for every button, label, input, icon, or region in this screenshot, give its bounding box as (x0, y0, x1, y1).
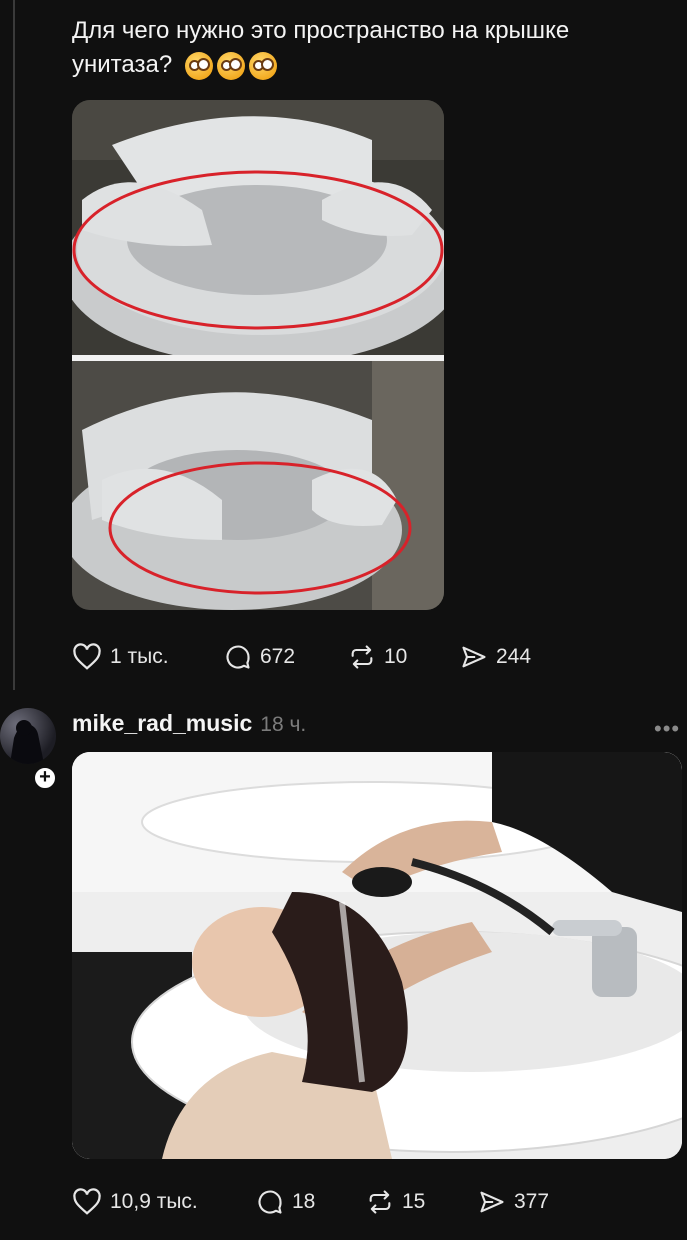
heart-icon (73, 643, 101, 670)
like-count: 10,9 тыс. (110, 1190, 198, 1213)
reply-button[interactable]: 672 (224, 643, 348, 671)
post-text-content: Для чего нужно это пространство на крышк… (72, 17, 570, 78)
like-count: 1 тыс. (110, 645, 169, 668)
repost-count: 10 (384, 645, 408, 668)
reply-button[interactable]: 18 (256, 1188, 366, 1216)
post-author-row: mike_rad_music 18 ч. (72, 710, 306, 737)
like-button[interactable]: 1 тыс. (72, 643, 224, 671)
repost-button[interactable]: 15 (366, 1188, 478, 1216)
face-with-monocle-icon (216, 51, 245, 80)
emoji-group (184, 51, 277, 80)
follow-plus-button[interactable]: + (32, 765, 58, 791)
share-button[interactable]: 377 (478, 1188, 549, 1216)
post-timestamp: 18 ч. (260, 713, 307, 736)
heart-icon (73, 1188, 101, 1215)
face-with-monocle-icon (248, 51, 277, 80)
post-text: Для чего нужно это пространство на крышк… (72, 14, 672, 82)
repost-icon (351, 645, 373, 669)
username-link[interactable]: mike_rad_music (72, 710, 252, 737)
comment-icon (258, 1190, 282, 1214)
post-actions: 10,9 тыс. 18 15 377 (72, 1188, 549, 1216)
send-icon (462, 646, 486, 668)
thread-connector-line (13, 0, 15, 690)
reply-count: 18 (292, 1190, 316, 1213)
send-icon (480, 1191, 504, 1213)
post-image-hair-wash[interactable] (72, 752, 682, 1159)
share-count: 377 (514, 1190, 550, 1213)
comment-icon (226, 645, 250, 669)
avatar[interactable] (0, 708, 56, 764)
plus-icon: + (39, 766, 51, 788)
share-button[interactable]: 244 (460, 643, 531, 671)
repost-icon (369, 1190, 391, 1214)
more-options-icon[interactable]: ••• (654, 716, 680, 742)
post-actions: 1 тыс. 672 10 244 (72, 643, 531, 671)
reply-count: 672 (260, 645, 296, 668)
repost-count: 15 (402, 1190, 426, 1213)
share-count: 244 (496, 645, 532, 668)
repost-button[interactable]: 10 (348, 643, 460, 671)
post-image-toilet-collage[interactable] (72, 100, 444, 610)
like-button[interactable]: 10,9 тыс. (72, 1188, 256, 1216)
face-with-monocle-icon (184, 51, 213, 80)
